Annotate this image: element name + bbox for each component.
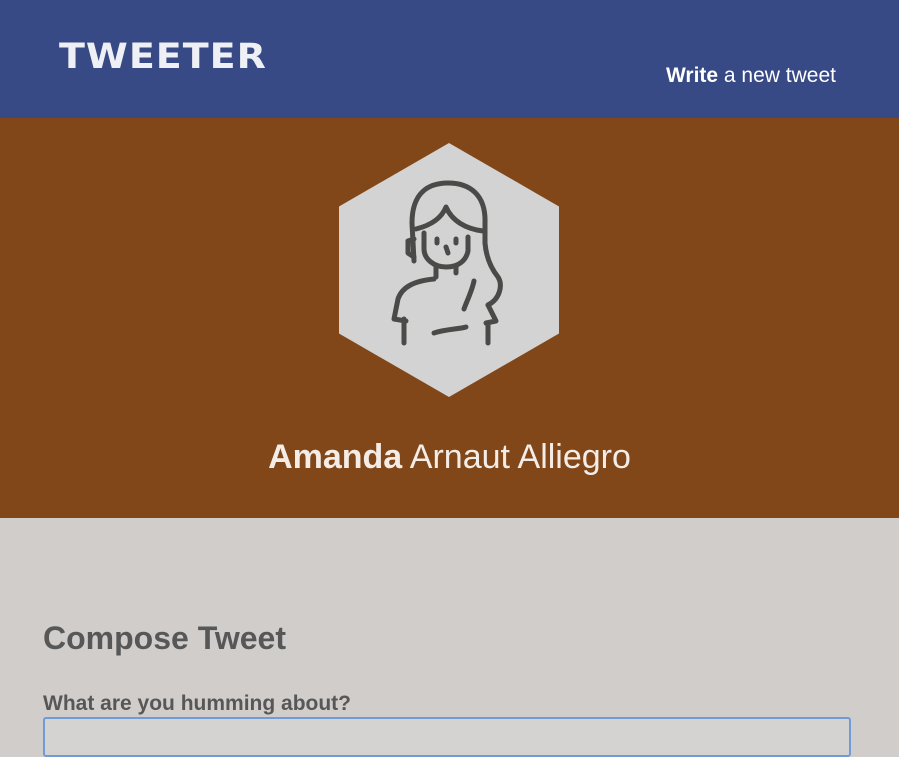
profile-banner: Amanda Arnaut Alliegro [0, 118, 899, 518]
top-navbar: TWEETER Write a new tweet [0, 0, 899, 118]
tweet-text-input[interactable] [43, 717, 851, 757]
write-new-tweet-light: a new tweet [723, 64, 836, 87]
profile-last-name: Arnaut Alliegro [409, 438, 631, 476]
compose-section: Compose Tweet What are you humming about… [0, 518, 899, 757]
profile-name: Amanda Arnaut Alliegro [0, 438, 899, 477]
write-new-tweet-strong: Write [665, 64, 719, 87]
profile-first-name: Amanda [268, 438, 403, 476]
woman-avatar-icon [339, 143, 559, 397]
write-new-tweet-link[interactable]: Write a new tweet [666, 64, 836, 88]
brand-logo[interactable]: TWEETER [59, 36, 267, 76]
compose-title: Compose Tweet [43, 620, 286, 656]
compose-label: What are you humming about? [43, 692, 351, 715]
